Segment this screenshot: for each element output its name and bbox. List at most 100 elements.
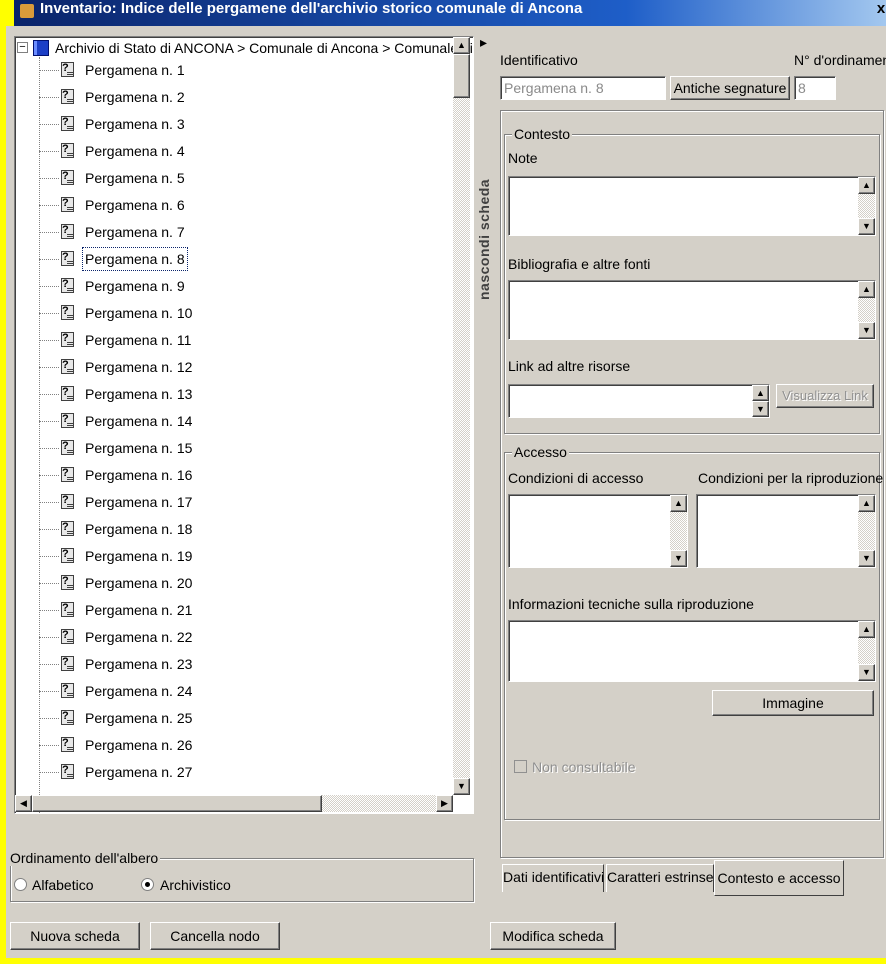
links-scrollbar[interactable]: ▲ ▼ <box>752 385 769 417</box>
access-scroll-up-button[interactable]: ▲ <box>670 495 687 512</box>
identifier-value: Pergamena n. 8 <box>504 80 604 96</box>
view-link-button[interactable]: Visualizza Link <box>776 384 874 408</box>
links-field[interactable]: ▲ ▼ <box>508 384 770 418</box>
document-icon: ? <box>61 224 74 239</box>
collapse-icon[interactable]: − <box>17 42 28 53</box>
technical-scroll-down-button[interactable]: ▼ <box>858 664 875 681</box>
radio-archival[interactable] <box>141 878 154 891</box>
order-label: N° d'ordinamento <box>794 52 886 68</box>
tree-item[interactable]: ? Pergamena n. 7 <box>15 221 451 243</box>
tree-item[interactable]: ? Pergamena n. 10 <box>15 302 451 324</box>
tree-connector <box>39 340 59 341</box>
reproduction-conditions-scrollbar[interactable]: ▲ ▼ <box>858 495 875 567</box>
tree-item-label: Pergamena n. 14 <box>85 413 193 429</box>
order-field[interactable]: 8 <box>794 76 836 100</box>
close-icon[interactable]: x <box>874 0 886 20</box>
tree-item[interactable]: ? Pergamena n. 9 <box>15 275 451 297</box>
tree-item-label: Pergamena n. 10 <box>85 305 193 321</box>
scroll-right-button[interactable]: ▶ <box>436 795 453 812</box>
tree-horizontal-scroll-thumb[interactable] <box>32 795 322 812</box>
tree-item[interactable]: ? Pergamena n. 15 <box>15 437 451 459</box>
notes-scrollbar[interactable]: ▲ ▼ <box>858 177 875 235</box>
tree-item[interactable]: ? Pergamena n. 13 <box>15 383 451 405</box>
tree-item[interactable]: ? Pergamena n. 19 <box>15 545 451 567</box>
tree-connector <box>39 583 59 584</box>
tree-item-label: Pergamena n. 11 <box>85 332 192 348</box>
tree-connector <box>39 718 59 719</box>
identifier-field[interactable]: Pergamena n. 8 <box>500 76 666 100</box>
notes-textarea[interactable]: ▲ ▼ <box>508 176 876 236</box>
tree-item-label: Pergamena n. 5 <box>85 170 185 186</box>
tree-vertical-scrollbar[interactable]: ▲ ▼ <box>453 37 470 795</box>
technical-info-textarea[interactable]: ▲ ▼ <box>508 620 876 682</box>
bibliography-scroll-up-button[interactable]: ▲ <box>858 281 875 298</box>
tree-item[interactable]: ? Pergamena n. 1 <box>15 59 451 81</box>
new-card-button[interactable]: Nuova scheda <box>10 922 140 950</box>
bibliography-textarea[interactable]: ▲ ▼ <box>508 280 876 340</box>
tree-horizontal-scrollbar[interactable]: ◀ ▶ <box>15 795 453 812</box>
scroll-up-button[interactable]: ▲ <box>453 37 470 54</box>
bibliography-scrollbar[interactable]: ▲ ▼ <box>858 281 875 339</box>
tree-item[interactable]: ? Pergamena n. 25 <box>15 707 451 729</box>
app-icon <box>20 4 34 18</box>
access-scroll-down-button[interactable]: ▼ <box>670 550 687 567</box>
tree-item[interactable]: ? Pergamena n. 2 <box>15 86 451 108</box>
links-scroll-down-button[interactable]: ▼ <box>752 401 769 417</box>
not-consultable-checkbox[interactable] <box>514 760 527 773</box>
access-conditions-textarea[interactable]: ▲ ▼ <box>508 494 688 568</box>
document-icon: ? <box>61 440 74 455</box>
notes-scroll-down-button[interactable]: ▼ <box>858 218 875 235</box>
tree-item[interactable]: ? Pergamena n. 16 <box>15 464 451 486</box>
tree-item[interactable]: ? Pergamena n. 12 <box>15 356 451 378</box>
reproduction-scroll-down-button[interactable]: ▼ <box>858 550 875 567</box>
access-conditions-scrollbar[interactable]: ▲ ▼ <box>670 495 687 567</box>
tree-item[interactable]: ? Pergamena n. 18 <box>15 518 451 540</box>
tree-item[interactable]: ? Pergamena n. 17 <box>15 491 451 513</box>
tree-item-label: Pergamena n. 6 <box>85 197 185 213</box>
tab-identifying-data[interactable]: Dati identificativi <box>502 864 604 892</box>
tree-item[interactable]: ? Pergamena n. 22 <box>15 626 451 648</box>
radio-alphabetic[interactable] <box>14 878 27 891</box>
tree-item[interactable]: ? Pergamena n. 6 <box>15 194 451 216</box>
tree-connector <box>39 745 59 746</box>
tree-connector <box>39 502 59 503</box>
tree-item[interactable]: ? Pergamena n. 14 <box>15 410 451 432</box>
scroll-down-button[interactable]: ▼ <box>453 778 470 795</box>
old-signatures-button[interactable]: Antiche segnature <box>670 76 790 100</box>
document-icon: ? <box>61 305 74 320</box>
archive-tree[interactable]: − Archivio di Stato di ANCONA > Comunale… <box>14 36 474 814</box>
tab-extrinsic-characters[interactable]: Caratteri estrinseci <box>606 864 724 892</box>
tree-item[interactable]: ? Pergamena n. 5 <box>15 167 451 189</box>
tree-item[interactable]: ? Pergamena n. 20 <box>15 572 451 594</box>
tree-item[interactable]: ? Pergamena n. 27 <box>15 761 451 783</box>
image-button[interactable]: Immagine <box>712 690 874 716</box>
tree-connector <box>39 529 59 530</box>
scroll-left-button[interactable]: ◀ <box>15 795 32 812</box>
tab-context-access[interactable]: Contesto e accesso <box>714 860 844 896</box>
technical-info-scrollbar[interactable]: ▲ ▼ <box>858 621 875 681</box>
title-bar[interactable]: Inventario: Indice delle pergamene dell'… <box>6 0 886 26</box>
delete-node-button[interactable]: Cancella nodo <box>150 922 280 950</box>
tree-item[interactable]: ? Pergamena n. 3 <box>15 113 451 135</box>
notes-scroll-up-button[interactable]: ▲ <box>858 177 875 194</box>
reproduction-conditions-textarea[interactable]: ▲ ▼ <box>696 494 876 568</box>
tree-item[interactable]: ? Pergamena n. 11 <box>15 329 451 351</box>
technical-scroll-up-button[interactable]: ▲ <box>858 621 875 638</box>
access-conditions-label: Condizioni di accesso <box>508 470 644 486</box>
bibliography-scroll-down-button[interactable]: ▼ <box>858 322 875 339</box>
tree-item[interactable]: ? Pergamena n. 24 <box>15 680 451 702</box>
edit-card-button[interactable]: Modifica scheda <box>490 922 616 950</box>
tree-item-label: Pergamena n. 24 <box>85 683 193 699</box>
technical-info-label: Informazioni tecniche sulla riproduzione <box>508 596 754 612</box>
tree-item[interactable]: ? Pergamena n. 4 <box>15 140 451 162</box>
reproduction-scroll-up-button[interactable]: ▲ <box>858 495 875 512</box>
tree-item[interactable]: ? Pergamena n. 23 <box>15 653 451 675</box>
links-scroll-up-button[interactable]: ▲ <box>752 385 769 401</box>
hide-card-toggle[interactable]: nascondi scheda <box>476 80 496 300</box>
tree-item[interactable]: ? Pergamena n. 21 <box>15 599 451 621</box>
tree-connector <box>39 394 59 395</box>
splitter-arrow-icon[interactable]: ▸ <box>480 35 488 49</box>
tree-item[interactable]: ? Pergamena n. 8 <box>15 247 451 271</box>
tree-vertical-scroll-thumb[interactable] <box>453 54 470 98</box>
tree-item[interactable]: ? Pergamena n. 26 <box>15 734 451 756</box>
